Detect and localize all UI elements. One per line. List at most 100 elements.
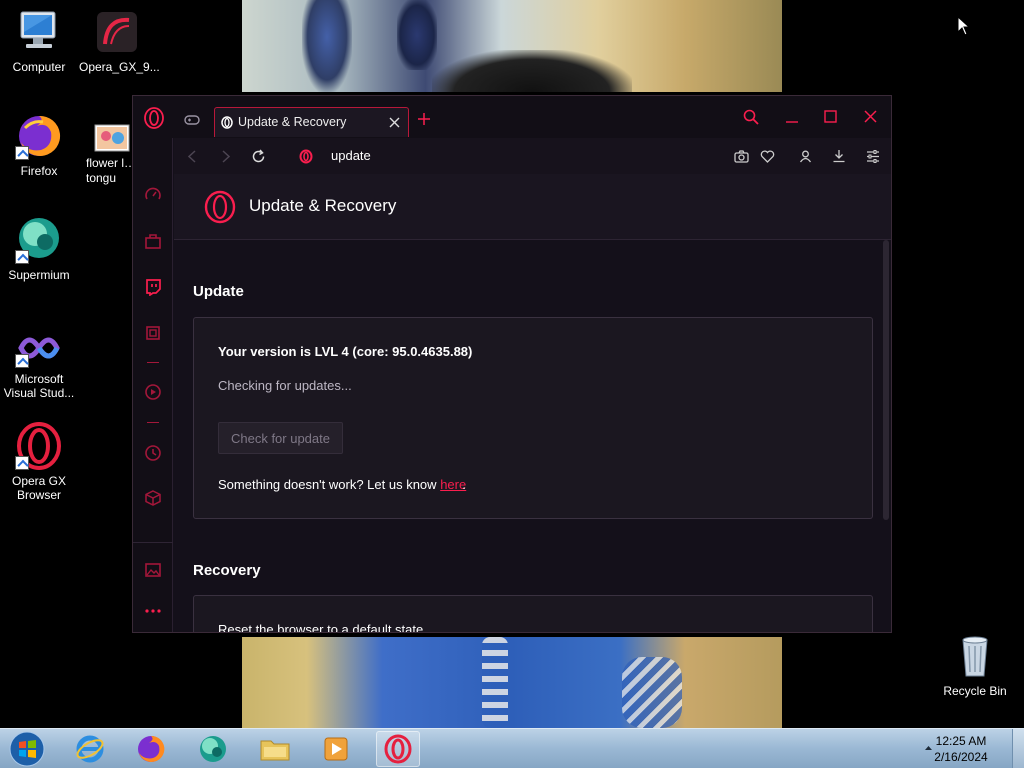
- bookmark-heart-icon[interactable]: [760, 150, 775, 163]
- more-options-icon[interactable]: [144, 608, 162, 614]
- easy-setup-icon[interactable]: [866, 150, 880, 163]
- media-player-icon: [324, 737, 348, 761]
- desktop-icon-label: Microsoft Visual Stud...: [3, 372, 75, 400]
- profile-icon[interactable]: [799, 150, 812, 163]
- windows-start-icon: [9, 731, 45, 767]
- feedback-line: Something doesn't work? Let us know here…: [218, 477, 466, 492]
- desktop-icon-label: Supermium: [8, 268, 70, 282]
- reload-icon[interactable]: [251, 149, 266, 164]
- wallpaper-gallery-icon[interactable]: [144, 561, 162, 579]
- minimize-icon[interactable]: [785, 110, 799, 124]
- opera-favicon-icon: [221, 116, 233, 129]
- wallpaper-top: [242, 0, 782, 92]
- desktop-icon-label: Opera_GX_9...: [79, 60, 160, 74]
- recovery-card: Reset the browser to a default state: [193, 595, 873, 632]
- taskbar-media-player[interactable]: [314, 731, 358, 767]
- player-icon[interactable]: [144, 383, 162, 401]
- taskbar-clock[interactable]: 12:25 AM 2/16/2024: [926, 733, 996, 765]
- cpu-limiter-icon[interactable]: [144, 324, 162, 342]
- address-bar[interactable]: update: [331, 148, 371, 163]
- desktop-icon-opera-gx[interactable]: Opera GX Browser: [1, 422, 77, 502]
- downloads-icon[interactable]: [832, 149, 846, 163]
- computer-icon: [15, 8, 63, 56]
- snapshot-camera-icon[interactable]: [734, 150, 749, 163]
- recovery-section-title: Recovery: [193, 562, 261, 579]
- close-tab-icon[interactable]: [389, 117, 400, 128]
- title-bar: Update & Recovery: [133, 96, 891, 138]
- new-tab-icon[interactable]: [418, 113, 430, 125]
- shortcut-arrow-icon: [15, 250, 29, 264]
- check-for-update-button[interactable]: Check for update: [218, 422, 343, 454]
- opera-address-icon: [299, 149, 313, 164]
- opera-gx-logo-icon: [204, 190, 236, 224]
- shortcut-arrow-icon: [15, 354, 29, 368]
- opera-menu-icon[interactable]: [143, 107, 165, 129]
- taskbar-opera-gx[interactable]: [376, 731, 420, 767]
- shortcut-arrow-icon: [15, 456, 29, 470]
- recovery-text: Reset the browser to a default state: [218, 622, 424, 632]
- visual-studio-icon: [15, 328, 63, 368]
- page-header: Update & Recovery: [174, 174, 891, 240]
- supermium-icon: [200, 736, 226, 762]
- shortcut-arrow-icon: [15, 146, 29, 160]
- history-icon[interactable]: [144, 444, 162, 462]
- page-content: Update & Recovery Update Your version is…: [174, 174, 891, 632]
- desktop-icon-label: Firefox: [20, 164, 58, 178]
- page-scrollbar[interactable]: [883, 240, 889, 520]
- twitch-icon[interactable]: [144, 278, 162, 296]
- taskbar-file-explorer[interactable]: [253, 731, 297, 767]
- firefox-icon: [15, 112, 63, 160]
- sidebar-divider: [133, 542, 173, 543]
- taskbar-supermium[interactable]: [191, 731, 235, 767]
- gx-control-speedometer-icon[interactable]: [144, 186, 162, 204]
- gamepad-icon[interactable]: [184, 114, 200, 126]
- opera-gx-icon: [15, 422, 63, 470]
- sidebar: [133, 138, 173, 632]
- desktop-icon-recycle-bin[interactable]: Recycle Bin: [937, 632, 1013, 698]
- taskbar: 12:25 AM 2/16/2024: [0, 728, 1024, 768]
- image-file-icon: [94, 124, 130, 152]
- close-window-icon[interactable]: [864, 110, 877, 123]
- update-status: Checking for updates...: [218, 378, 352, 393]
- internet-explorer-icon: [76, 735, 104, 763]
- firefox-icon: [138, 735, 165, 762]
- version-value: LVL 4 (core: 95.0.4635.88): [314, 344, 473, 359]
- update-section-title: Update: [193, 283, 244, 300]
- maximize-icon[interactable]: [824, 110, 837, 123]
- folder-icon: [260, 740, 290, 761]
- desktop-icon-visual-studio[interactable]: Microsoft Visual Stud...: [1, 328, 77, 400]
- search-tabs-icon[interactable]: [743, 109, 759, 125]
- feedback-text: Something doesn't work? Let us know: [218, 477, 437, 492]
- tab-update-recovery[interactable]: Update & Recovery: [214, 107, 409, 137]
- clock-time: 12:25 AM: [935, 734, 987, 748]
- page-title: Update & Recovery: [249, 196, 397, 215]
- sidebar-divider: [147, 422, 159, 423]
- forward-icon[interactable]: [222, 150, 230, 163]
- start-button[interactable]: [4, 731, 50, 767]
- version-line: Your version is LVL 4 (core: 95.0.4635.8…: [218, 344, 472, 359]
- feedback-period: .: [462, 477, 466, 492]
- desktop-icon-label: Recycle Bin: [943, 684, 1007, 698]
- recycle-bin-icon: [951, 632, 999, 680]
- desktop-icon-label: Computer: [12, 60, 66, 74]
- supermium-icon: [15, 216, 63, 264]
- tab-title: Update & Recovery: [238, 115, 347, 129]
- desktop-icon-supermium[interactable]: Supermium: [1, 216, 77, 282]
- mouse-cursor-icon: [957, 16, 971, 36]
- clock-date: 2/16/2024: [934, 750, 988, 764]
- opera-gx-icon: [384, 734, 412, 764]
- show-desktop-button[interactable]: [1012, 729, 1024, 768]
- wallpaper-bottom: [242, 637, 782, 728]
- extensions-cube-icon[interactable]: [144, 489, 162, 507]
- version-label: Your version is: [218, 344, 311, 359]
- desktop-icon-opera-gx-installer[interactable]: Opera_GX_9...: [79, 8, 160, 74]
- taskbar-firefox[interactable]: [129, 731, 173, 767]
- browser-window: Update & Recovery update Update & Recove…: [132, 95, 892, 633]
- back-icon[interactable]: [188, 150, 196, 163]
- gx-corner-icon[interactable]: [144, 232, 162, 250]
- opera-gx-installer-icon: [93, 8, 141, 56]
- desktop-icon-computer[interactable]: Computer: [1, 8, 77, 74]
- sidebar-divider: [147, 362, 159, 363]
- taskbar-internet-explorer[interactable]: [68, 731, 112, 767]
- desktop-icon-firefox[interactable]: Firefox: [1, 112, 77, 178]
